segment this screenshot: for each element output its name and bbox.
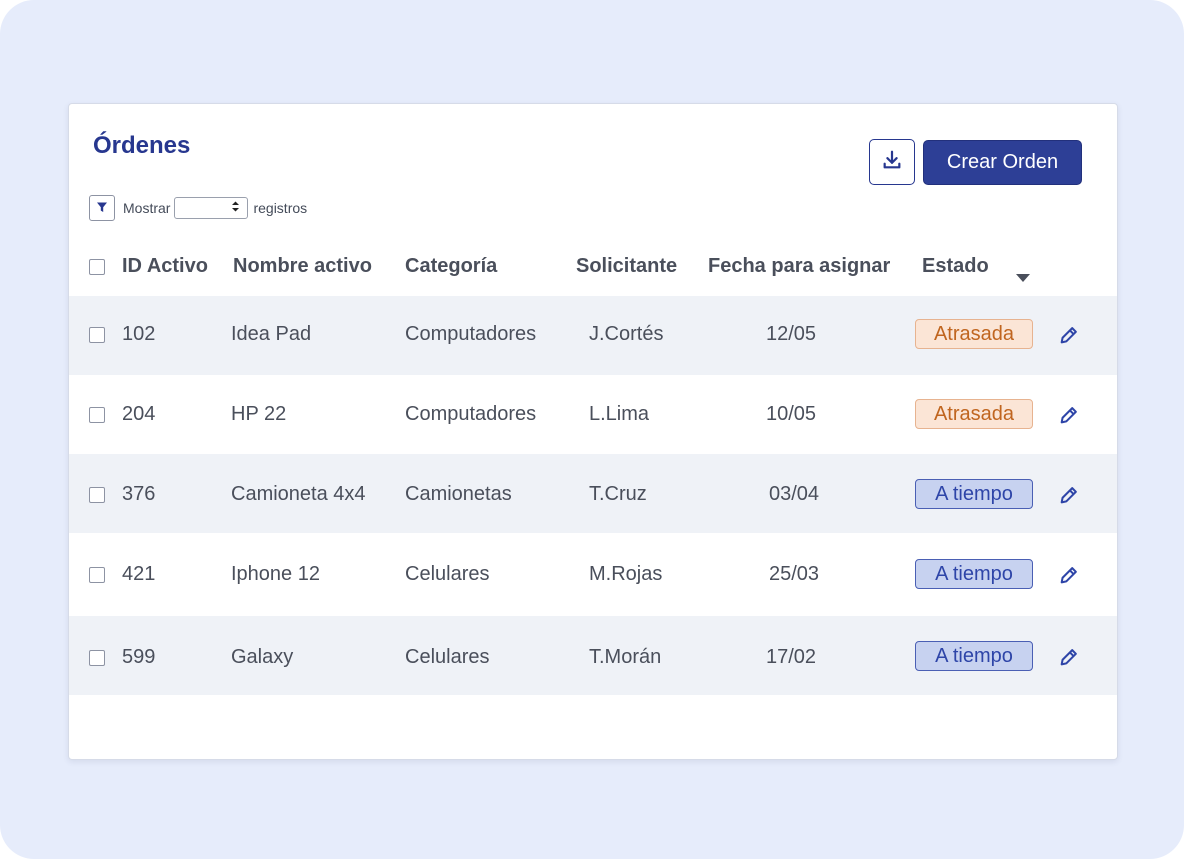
column-header-status[interactable]: Estado [922, 255, 989, 278]
create-order-button[interactable]: Crear Orden [923, 140, 1082, 185]
status-badge: A tiempo [915, 559, 1033, 589]
column-header-requester[interactable]: Solicitante [576, 255, 677, 278]
asset-id: 102 [122, 323, 156, 345]
assign-date: 17/02 [766, 646, 817, 668]
requester: T.Morán [589, 646, 662, 668]
table-header: ID Activo Nombre activo Categoría Solici… [69, 242, 1117, 292]
row-checkbox[interactable] [89, 487, 105, 503]
show-label: Mostrar [123, 200, 171, 216]
column-header-category[interactable]: Categoría [405, 255, 497, 278]
table-row[interactable]: 421 Iphone 12 Celulares M.Rojas 25/03 A … [69, 533, 1117, 616]
asset-name: Iphone 12 [231, 563, 320, 585]
asset-category: Computadores [405, 403, 537, 425]
pencil-icon[interactable] [1058, 324, 1080, 346]
table-row[interactable]: 204 HP 22 Computadores L.Lima 10/05 Atra… [69, 375, 1117, 454]
requester: J.Cortés [589, 323, 664, 345]
assign-date: 03/04 [769, 483, 820, 505]
pencil-icon[interactable] [1058, 404, 1080, 426]
pencil-icon[interactable] [1058, 484, 1080, 506]
row-checkbox[interactable] [89, 567, 105, 583]
assign-date: 25/03 [769, 563, 820, 585]
row-checkbox[interactable] [89, 407, 105, 423]
show-entries-control: Mostrar registros [89, 195, 307, 221]
requester: T.Cruz [589, 483, 647, 505]
filter-icon [96, 200, 108, 216]
status-badge: A tiempo [915, 641, 1033, 671]
page-title: Órdenes [93, 132, 191, 159]
table-row[interactable]: 599 Galaxy Celulares T.Morán 17/02 A tie… [69, 616, 1117, 695]
column-header-name[interactable]: Nombre activo [233, 255, 372, 278]
pencil-icon[interactable] [1058, 564, 1080, 586]
download-button[interactable] [869, 139, 915, 185]
column-header-date[interactable]: Fecha para asignar [708, 255, 890, 278]
table-row[interactable]: 376 Camioneta 4x4 Camionetas T.Cruz 03/0… [69, 454, 1117, 533]
records-label: registros [253, 200, 308, 216]
asset-name: Camioneta 4x4 [231, 483, 366, 505]
asset-category: Computadores [405, 323, 537, 345]
requester: L.Lima [589, 403, 650, 425]
orders-card: Órdenes Crear Orden Mostrar registros ID… [68, 103, 1118, 760]
select-all-checkbox[interactable] [89, 259, 105, 275]
pencil-icon[interactable] [1058, 646, 1080, 668]
sort-caret-icon[interactable] [1016, 265, 1030, 288]
asset-id: 204 [122, 403, 156, 425]
asset-category: Celulares [405, 563, 490, 585]
status-badge: Atrasada [915, 399, 1033, 429]
asset-name: Galaxy [231, 646, 294, 668]
chevron-updown-icon [231, 200, 240, 216]
asset-category: Camionetas [405, 483, 512, 505]
row-checkbox[interactable] [89, 650, 105, 666]
asset-id: 376 [122, 483, 156, 505]
table-row[interactable]: 102 Idea Pad Computadores J.Cortés 12/05… [69, 296, 1117, 375]
asset-category: Celulares [405, 646, 490, 668]
asset-id: 599 [122, 646, 156, 668]
row-checkbox[interactable] [89, 327, 105, 343]
status-badge: A tiempo [915, 479, 1033, 509]
asset-name: Idea Pad [231, 323, 312, 345]
asset-id: 421 [122, 563, 156, 585]
assign-date: 12/05 [766, 323, 817, 345]
status-badge: Atrasada [915, 319, 1033, 349]
entries-select[interactable] [174, 197, 249, 219]
column-header-id[interactable]: ID Activo [122, 255, 208, 278]
asset-name: HP 22 [231, 403, 287, 425]
assign-date: 10/05 [766, 403, 817, 425]
download-icon [881, 149, 903, 176]
requester: M.Rojas [589, 563, 663, 585]
filter-button[interactable] [89, 195, 115, 221]
